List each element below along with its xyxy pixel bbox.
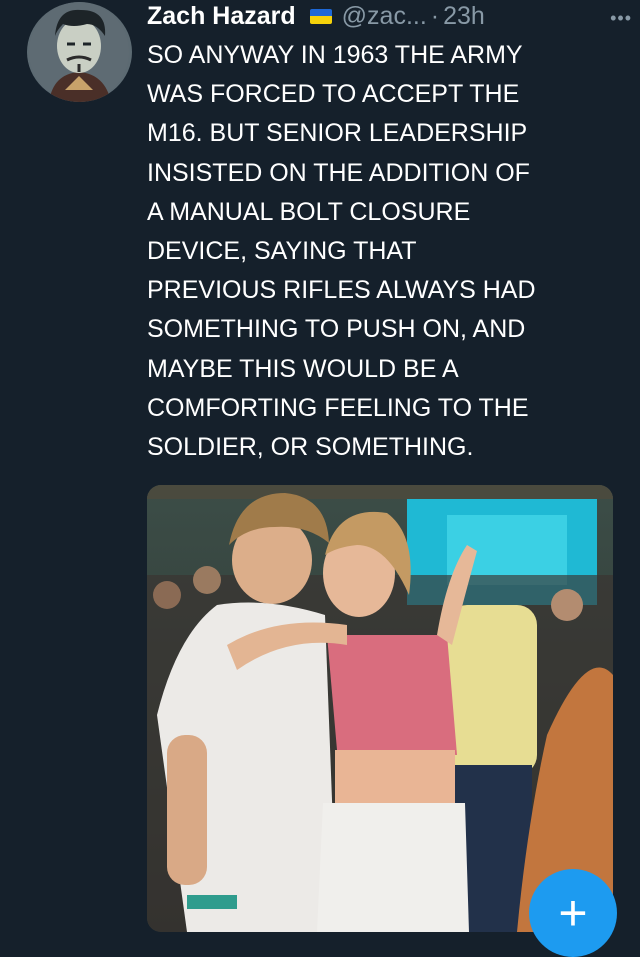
photo-image bbox=[147, 485, 613, 932]
user-handle[interactable]: @zac... bbox=[342, 2, 427, 31]
tweet-timestamp[interactable]: 23h bbox=[443, 2, 485, 31]
ukraine-flag-icon bbox=[309, 8, 332, 24]
plus-icon: + bbox=[558, 885, 588, 941]
avatar-illustration bbox=[29, 2, 129, 102]
display-name[interactable]: Zach Hazard bbox=[147, 2, 296, 31]
tweet-photo[interactable] bbox=[147, 485, 613, 932]
more-options-icon[interactable]: ••• bbox=[610, 8, 632, 29]
tweet-text: SO ANYWAY IN 1963 THE ARMY WAS FORCED TO… bbox=[147, 41, 536, 462]
separator-dot: · bbox=[430, 1, 440, 30]
compose-tweet-button[interactable]: + bbox=[529, 869, 617, 957]
tweet-header: Zach Hazard @zac... · 23h bbox=[147, 0, 627, 32]
avatar[interactable] bbox=[27, 2, 132, 102]
